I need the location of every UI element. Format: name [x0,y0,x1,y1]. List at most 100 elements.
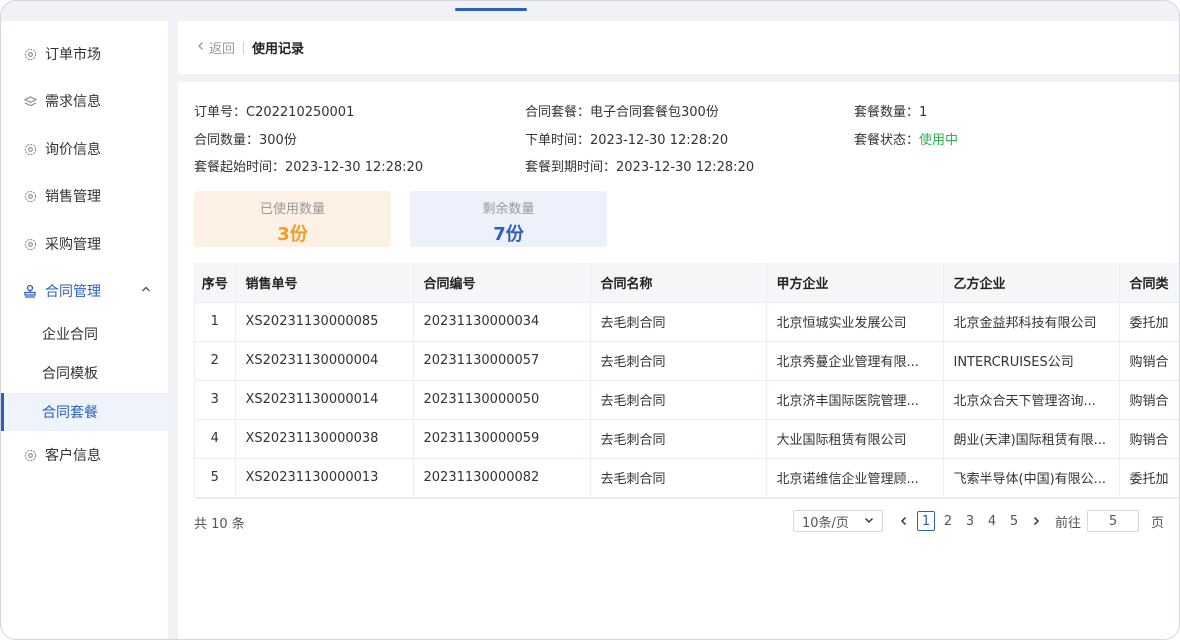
table-cell: XS20231130000085 [235,302,414,342]
sidebar-item-demand-info[interactable]: 需求信息 [1,83,168,119]
table-cell: 委托加 [1119,458,1179,498]
package-status-label: 套餐状态： [854,133,920,148]
sidebar-item-label: 客户信息 [45,448,101,464]
table-cell: XS20231130000014 [235,380,414,420]
pagination: 10条/页 1 2 3 4 5 前往 页 [793,510,1164,532]
order-number-value: C202210250001 [246,105,355,120]
chevron-left-icon [196,40,206,55]
sidebar-item-order-market[interactable]: 订单市场 [1,36,168,72]
main-content: 订单号：C202210250001 合同套餐：电子合同套餐包300份 套餐数量：… [178,82,1179,639]
sidebar-subitem-enterprise-contract[interactable]: 企业合同 [1,315,168,353]
used-count-card: 已使用数量 3份 [194,191,391,247]
page-size-select[interactable]: 10条/页 [793,510,883,532]
table-cell: 20231130000034 [413,302,591,342]
table-cell: 北京众合天下管理咨询... [943,380,1120,420]
page-button-3[interactable]: 3 [961,511,979,531]
contract-package-label: 合同套餐： [525,105,591,120]
table-cell: 购销合 [1119,380,1179,420]
app-frame: 订单市场 需求信息 询价信息 销售管理 采购管理 合同管理 企业合同 合同模板 … [0,0,1180,640]
sidebar-subitem-label: 企业合同 [42,327,98,343]
table-cell: 北京金益邦科技有限公司 [943,302,1120,342]
gear-icon [23,189,37,203]
table-cell: 北京诺维信企业管理顾... [766,458,944,498]
end-time-value: 2023-12-30 12:28:20 [616,160,755,175]
table-cell: 去毛刺合同 [590,458,767,498]
sidebar-subitem-label: 合同模板 [42,366,98,382]
column-header: 销售单号 [235,263,414,303]
table-cell: 4 [195,419,236,459]
column-header: 乙方企业 [943,263,1120,303]
table-cell: 20231130000082 [413,458,591,498]
page-size-value: 10条/页 [802,515,849,531]
table-row: 3 XS20231130000014 20231130000050 去毛刺合同 … [195,380,1179,420]
column-header: 合同名称 [590,263,767,303]
gear-icon [23,142,37,156]
chevron-down-icon [864,514,874,529]
back-label: 返回 [209,42,236,57]
page-button-2[interactable]: 2 [939,511,957,531]
start-time-label: 套餐起始时间： [194,160,286,175]
sidebar-item-purchase-management[interactable]: 采购管理 [1,226,168,262]
prev-page-button[interactable] [895,511,913,531]
gear-icon [23,237,37,251]
back-link[interactable]: 返回 [196,38,235,57]
package-count: 套餐数量：1 [854,101,927,120]
table-row: 1 XS20231130000085 20231130000034 去毛刺合同 … [195,302,1179,342]
sidebar-item-sales-management[interactable]: 销售管理 [1,178,168,214]
page-suffix: 页 [1151,515,1165,531]
table-cell: 购销合 [1119,341,1179,381]
sidebar-subitem-label: 合同套餐 [42,405,98,421]
table-cell: 20231130000050 [413,380,591,420]
table-cell: 去毛刺合同 [590,341,767,381]
top-indicator [455,8,527,11]
total-count: 共 10 条 [194,517,245,532]
sidebar-item-label: 需求信息 [45,94,101,110]
order-time-value: 2023-12-30 12:28:20 [590,133,729,148]
contract-count-label: 合同数量： [194,133,260,148]
page-button-5[interactable]: 5 [1005,511,1023,531]
table-cell: INTERCRUISES公司 [943,341,1120,381]
sidebar-subitem-contract-template[interactable]: 合同模板 [1,354,168,392]
stamp-icon [23,284,37,298]
page-button-4[interactable]: 4 [983,511,1001,531]
column-header: 甲方企业 [766,263,944,303]
column-header: 合同类 [1119,263,1179,303]
table-cell: 委托加 [1119,302,1179,342]
contract-package: 合同套餐：电子合同套餐包300份 [525,101,719,120]
table-cell: 20231130000057 [413,341,591,381]
used-count-label: 已使用数量 [259,202,325,217]
table-cell: 5 [195,458,236,498]
table-cell: 20231130000059 [413,419,591,459]
sidebar: 订单市场 需求信息 询价信息 销售管理 采购管理 合同管理 企业合同 合同模板 … [1,21,168,639]
layers-icon [23,94,37,108]
contract-count: 合同数量：300份 [194,129,297,148]
next-page-button[interactable] [1027,511,1045,531]
table-cell: 大业国际租赁有限公司 [766,419,944,459]
sidebar-item-inquiry-info[interactable]: 询价信息 [1,131,168,167]
start-time: 套餐起始时间：2023-12-30 12:28:20 [194,156,423,175]
page-title: 使用记录 [252,42,305,57]
table-cell: 去毛刺合同 [590,380,767,420]
sidebar-item-customer-info[interactable]: 客户信息 [1,437,168,473]
package-status: 套餐状态：使用中 [854,129,958,148]
table-row: 4 XS20231130000038 20231130000059 去毛刺合同 … [195,419,1179,459]
table-cell: XS20231130000004 [235,341,414,381]
chevron-up-icon[interactable] [140,283,154,297]
page-button-1[interactable]: 1 [917,511,935,531]
usage-table: 序号 销售单号 合同编号 合同名称 甲方企业 乙方企业 合同类 1 XS2023… [194,263,1179,499]
goto-page-input[interactable] [1087,510,1140,532]
table-cell: 北京秀蔓企业管理有限... [766,341,944,381]
table-cell: 1 [195,302,236,342]
status-badge: 使用中 [919,133,959,148]
package-count-value: 1 [919,105,928,120]
table-row: 5 XS20231130000013 20231130000082 去毛刺合同 … [195,458,1179,498]
chevron-right-icon [1033,516,1040,526]
remaining-count-card: 剩余数量 7份 [410,191,607,247]
sidebar-subitem-contract-package[interactable]: 合同套餐 [1,393,168,431]
end-time-label: 套餐到期时间： [525,160,617,175]
goto-label: 前往 [1055,515,1082,531]
sidebar-item-label: 销售管理 [45,189,101,205]
order-number-label: 订单号： [194,105,247,120]
sidebar-item-contract-management[interactable]: 合同管理 [1,273,168,309]
column-header: 合同编号 [413,263,591,303]
